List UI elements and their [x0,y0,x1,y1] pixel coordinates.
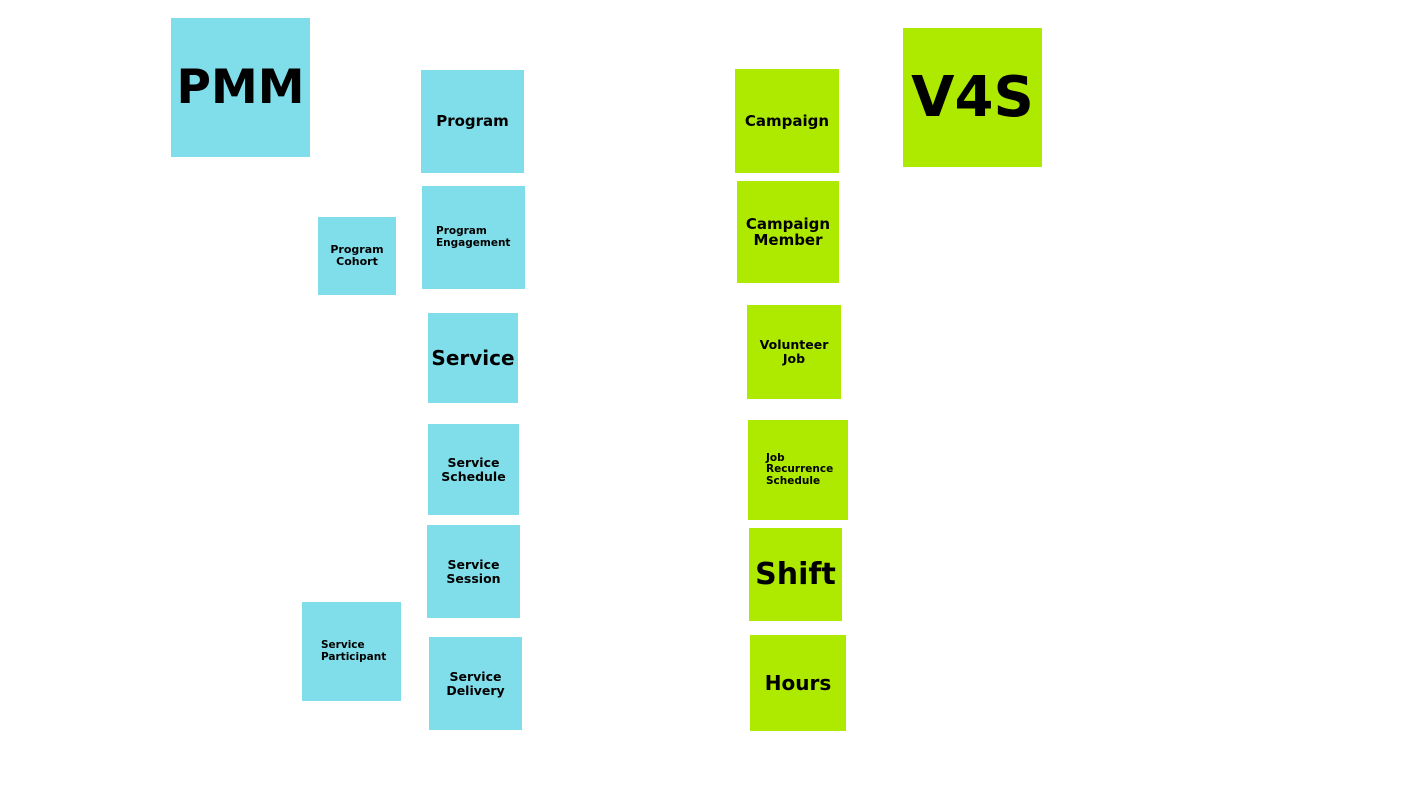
program-label: Program [436,112,509,131]
service-note[interactable]: Service [428,313,518,403]
program-cohort-label: Program Cohort [330,242,384,268]
service-participant-label: Service Participant [321,638,387,663]
service-schedule-label: Service Schedule [441,454,506,484]
shift-note[interactable]: Shift [749,528,842,621]
campaign-member-label: Campaign Member [745,214,831,249]
program-engagement-label: Program Engagement [436,224,511,249]
service-label: Service [431,346,515,370]
pmm-title-note[interactable]: PMM [171,18,310,157]
hours-label: Hours [764,671,832,695]
hours-note[interactable]: Hours [750,635,846,731]
service-session-note[interactable]: Service Session [427,525,520,618]
volunteer-job-note[interactable]: Volunteer Job [747,305,841,399]
program-note[interactable]: Program [421,70,524,173]
volunteer-job-label: Volunteer Job [759,337,829,366]
shift-label: Shift [755,557,836,592]
service-session-label: Service Session [446,556,501,586]
job-recurrence-schedule-note[interactable]: Job Recurrence Schedule [748,420,848,520]
pmm-title-label: PMM [176,59,305,115]
service-participant-note[interactable]: Service Participant [302,602,401,701]
campaign-member-note[interactable]: Campaign Member [737,181,839,283]
campaign-label: Campaign [744,111,830,130]
program-cohort-note[interactable]: Program Cohort [318,217,396,295]
campaign-note[interactable]: Campaign [735,69,839,173]
job-recurrence-schedule-label: Job Recurrence Schedule [766,451,834,487]
v4s-title-note[interactable]: V4S [903,28,1042,167]
service-delivery-note[interactable]: Service Delivery [429,637,522,730]
service-schedule-note[interactable]: Service Schedule [428,424,519,515]
service-delivery-label: Service Delivery [446,668,505,698]
program-engagement-note[interactable]: Program Engagement [422,186,525,289]
v4s-title-label: V4S [911,64,1034,130]
